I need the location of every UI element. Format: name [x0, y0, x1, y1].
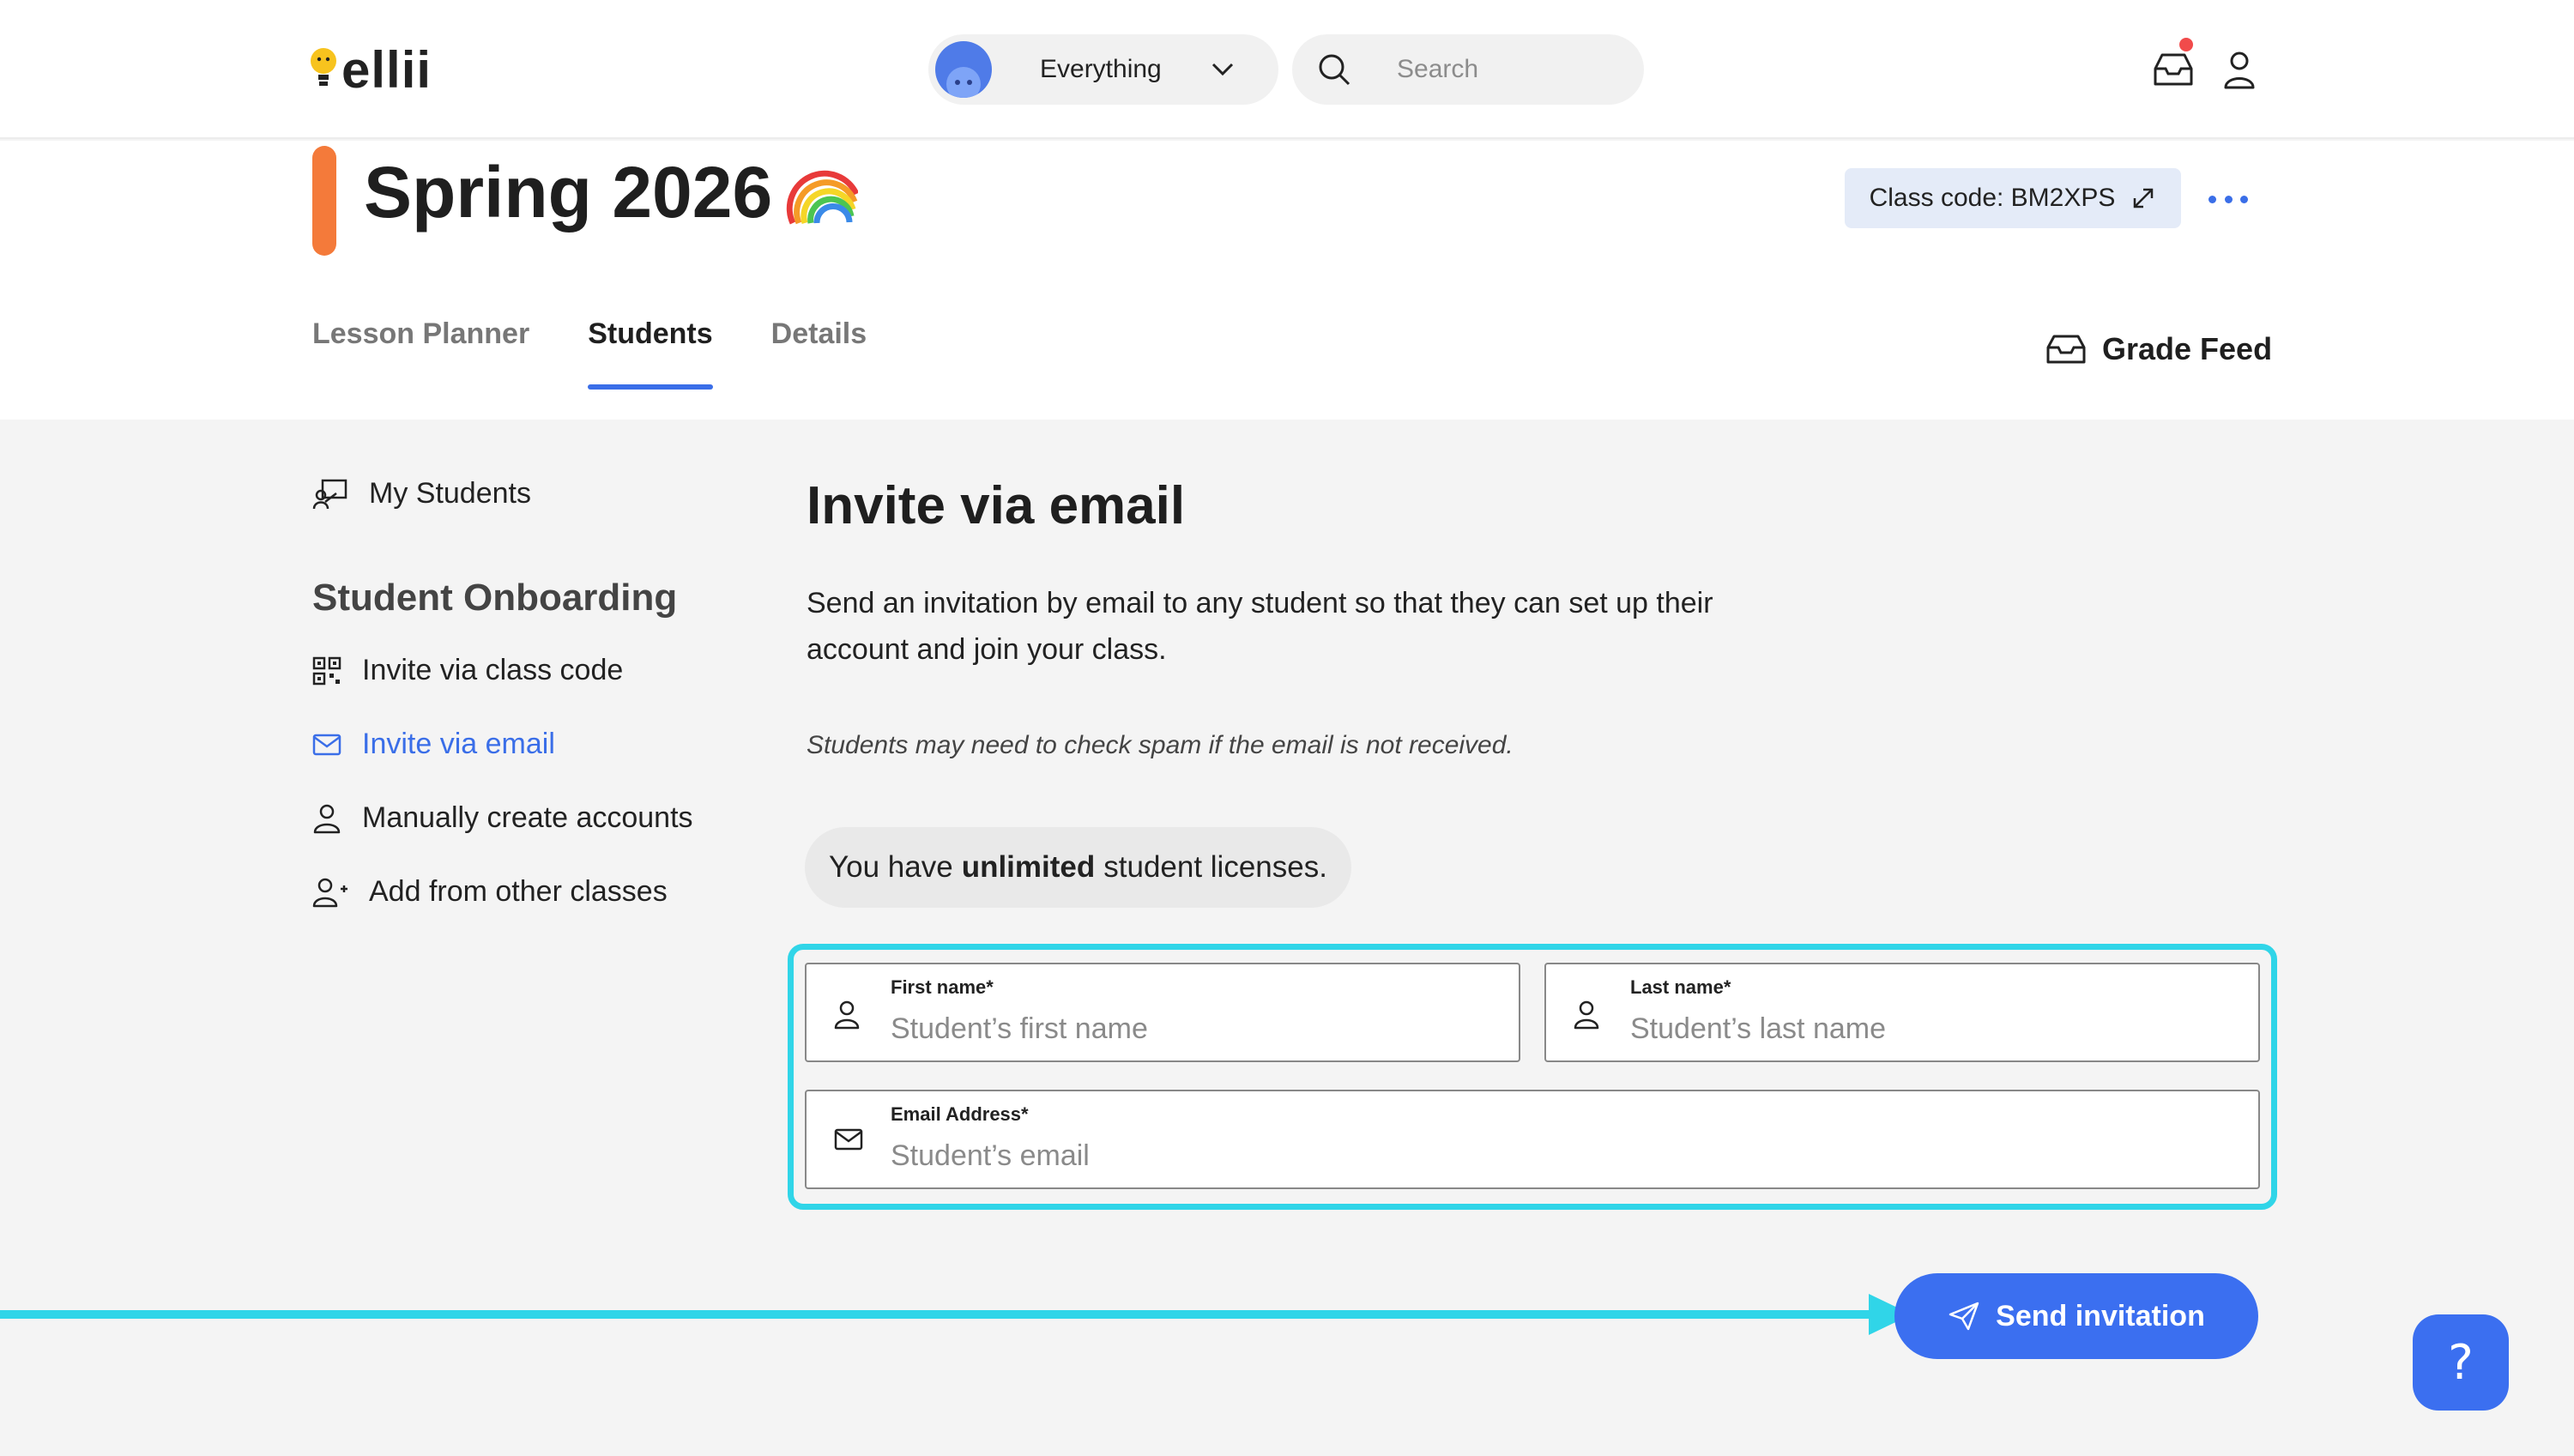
avatar-face-icon — [946, 67, 981, 98]
sidebar-item-add-from-classes[interactable]: Add from other classes — [312, 875, 668, 909]
sidebar-item-invite-class-code[interactable]: Invite via class code — [312, 654, 623, 687]
search-input[interactable]: Search — [1292, 34, 1644, 105]
first-name-placeholder: Student’s first name — [891, 1012, 1148, 1045]
class-color-bar — [312, 146, 336, 256]
license-count: unlimited — [961, 850, 1096, 884]
top-navigation: ellii Everything Search — [0, 0, 2574, 139]
scope-label: Everything — [1040, 55, 1162, 83]
email-label: Email Address* — [891, 1103, 1029, 1125]
search-icon — [1319, 54, 1350, 86]
send-invitation-button[interactable]: Send invitation — [1894, 1273, 2258, 1359]
qr-code-icon — [312, 656, 341, 685]
class-title: Spring 2026 — [364, 141, 859, 244]
sidebar-item-label: Invite via email — [362, 728, 555, 760]
envelope-icon — [312, 734, 341, 755]
inbox-icon[interactable] — [2152, 50, 2195, 89]
notification-dot — [2179, 38, 2193, 51]
grade-feed-link[interactable]: Grade Feed — [2045, 331, 2272, 367]
ellii-logo[interactable]: ellii — [309, 39, 432, 100]
sidebar-item-manual-accounts[interactable]: Manually create accounts — [312, 801, 693, 835]
license-prefix: You have — [829, 850, 953, 884]
first-name-field[interactable]: First name* Student’s first name — [805, 963, 1520, 1062]
envelope-icon — [834, 1128, 863, 1151]
sidebar-item-invite-email[interactable]: Invite via email — [312, 728, 555, 761]
sidebar-item-label: My Students — [369, 477, 531, 510]
last-name-placeholder: Student’s last name — [1630, 1012, 1886, 1045]
send-invitation-label: Send invitation — [1996, 1299, 2205, 1332]
chevron-down-icon — [1211, 63, 1233, 76]
user-icon — [1574, 1000, 1599, 1030]
expand-icon — [2134, 188, 2154, 208]
pointer-arrow-line — [0, 1310, 1891, 1319]
more-options-button[interactable] — [2208, 182, 2248, 216]
user-plus-icon — [312, 878, 347, 907]
scope-avatar — [935, 41, 992, 98]
dot — [2240, 195, 2248, 203]
search-placeholder: Search — [1397, 55, 1479, 83]
last-name-label: Last name* — [1630, 976, 1731, 998]
scope-dropdown[interactable]: Everything — [928, 34, 1278, 105]
license-suffix: student licenses. — [1103, 850, 1327, 884]
class-header: Spring 2026 Class code: BM2XPS Lesson Pl… — [0, 141, 2574, 420]
paper-plane-icon — [1949, 1302, 1979, 1331]
teacher-board-icon — [312, 479, 347, 509]
license-info: You have unlimited student licenses. — [805, 827, 1351, 908]
sidebar-item-my-students[interactable]: My Students — [312, 477, 531, 511]
page-title: Invite via email — [807, 476, 1186, 535]
user-icon — [834, 1000, 860, 1030]
user-icon[interactable] — [2222, 50, 2257, 89]
dot — [2208, 195, 2216, 203]
spam-note: Students may need to check spam if the e… — [807, 731, 1514, 759]
page-description: Send an invitation by email to any stude… — [807, 587, 1713, 666]
email-field[interactable]: Email Address* Student’s email — [805, 1090, 2260, 1189]
student-onboarding-heading: Student Onboarding — [312, 577, 678, 619]
email-placeholder: Student’s email — [891, 1139, 1090, 1172]
help-button[interactable]: ? — [2413, 1314, 2509, 1411]
dot — [2224, 195, 2233, 203]
rainbow-icon — [787, 170, 859, 225]
class-code-button[interactable]: Class code: BM2XPS — [1845, 168, 2181, 228]
first-name-label: First name* — [891, 976, 994, 998]
grade-feed-label: Grade Feed — [2102, 331, 2273, 366]
tab-details[interactable]: Details — [771, 312, 867, 381]
sidebar-item-label: Add from other classes — [369, 875, 668, 908]
tab-students[interactable]: Students — [588, 312, 714, 390]
tab-lesson-planner[interactable]: Lesson Planner — [312, 312, 529, 381]
logo-text: ellii — [341, 40, 432, 99]
class-title-text: Spring 2026 — [364, 152, 773, 233]
lightbulb-icon — [311, 48, 336, 86]
last-name-field[interactable]: Last name* Student’s last name — [1544, 963, 2260, 1062]
class-code-label: Class code: BM2XPS — [1869, 184, 2116, 212]
sidebar-item-label: Manually create accounts — [362, 801, 693, 834]
inbox-tray-icon — [2046, 335, 2086, 364]
class-tabs: Lesson Planner Students Details — [312, 312, 925, 390]
user-icon — [313, 804, 341, 833]
question-mark-icon: ? — [2448, 1334, 2474, 1391]
sidebar-item-label: Invite via class code — [362, 654, 624, 686]
